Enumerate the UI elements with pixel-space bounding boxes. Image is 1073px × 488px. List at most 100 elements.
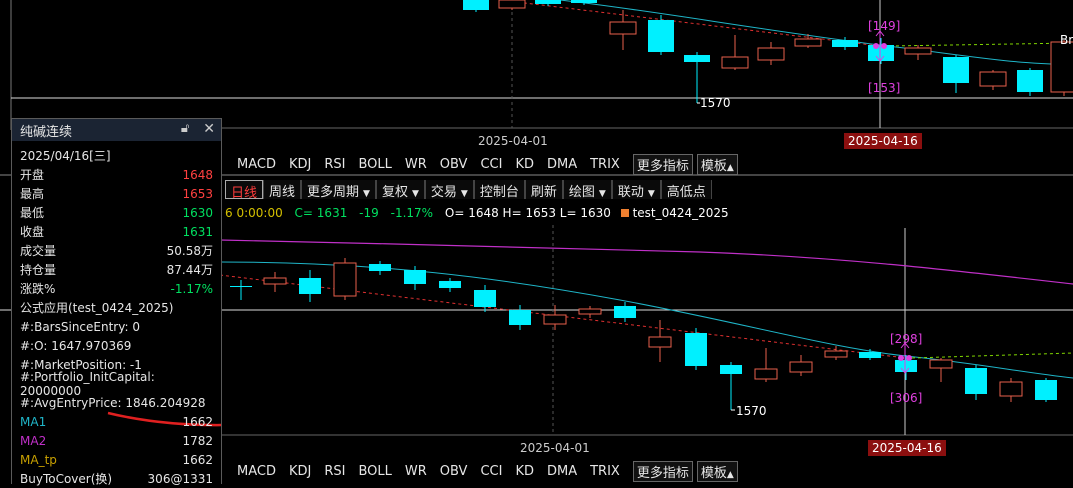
panel-row: 持仓量 87.44万 [20, 260, 213, 279]
top-tab-trix[interactable]: TRIX [590, 157, 620, 172]
toolbar-item-8[interactable]: 联动 ▼ [611, 180, 661, 200]
main-candle-body [299, 278, 321, 294]
toolbar-item-4[interactable]: 交易 ▼ [424, 180, 474, 200]
top-template-label: 模板 [700, 158, 727, 174]
top-candle-body [943, 57, 969, 83]
status-strategy[interactable]: test_0424_2025 [633, 206, 729, 220]
top-signal-top-label: [149] [868, 19, 901, 33]
top-tab-macd[interactable]: MACD [237, 157, 276, 172]
top-tab-dma[interactable]: DMA [547, 157, 577, 172]
top-tab-kd[interactable]: KD [515, 157, 534, 172]
close-icon[interactable]: ✕ [203, 121, 215, 137]
panel-row-value: 1631 [182, 224, 213, 239]
main-template-button[interactable]: 模板▲ [696, 460, 738, 482]
period-toolbar: 日线 周线 更多周期 ▼ 复权 ▼ 交易 ▼ 控制台 刷新 绘图 ▼ 联动 ▼ 高低点 [225, 180, 712, 201]
top-ma1-line [559, 0, 1073, 66]
main-tab-dma[interactable]: DMA [547, 464, 577, 479]
top-corner-text: Br [1060, 33, 1073, 47]
main-tab-rsi[interactable]: RSI [324, 464, 345, 479]
top-tab-rsi[interactable]: RSI [324, 157, 345, 172]
top-candle-body [904, 47, 932, 55]
caret-down-icon: ▼ [411, 189, 419, 199]
ma-row-value: 1782 [182, 433, 213, 448]
top-x-date: 2025-04-01 [478, 134, 548, 148]
top-tab-boll[interactable]: BOLL [358, 157, 391, 172]
top-tab-kdj[interactable]: KDJ [289, 157, 311, 172]
ma-row-label: MA1 [20, 414, 47, 429]
main-tab-boll[interactable]: BOLL [358, 464, 391, 479]
strategy-square-icon [620, 209, 629, 217]
panel-row: 最高 1653 [20, 184, 213, 203]
toolbar-item-1[interactable]: 周线 [263, 180, 302, 200]
main-candle-body [369, 264, 391, 271]
panel-row-value: 1648 [182, 167, 213, 182]
toolbar-item-7[interactable]: 绘图 ▼ [562, 180, 612, 200]
panel-row: 开盘 1648 [20, 165, 213, 184]
toolbar-item-0[interactable]: 日线 [225, 180, 264, 201]
toolbar-item-9[interactable]: 高低点 [660, 180, 712, 200]
top-candle-body [1050, 41, 1073, 93]
main-candle-body [578, 308, 602, 315]
top-signal-dot [873, 43, 879, 49]
formula-row-label: #:O: 1647.970369 [20, 338, 132, 353]
caret-up-icon: ▲ [726, 162, 734, 173]
panel-row-label: 收盘 [20, 225, 45, 239]
status-close: C= 1631 [294, 206, 348, 220]
top-tp-line [499, 0, 881, 47]
panel-row-label: 开盘 [20, 168, 45, 182]
unlock-icon[interactable]: 🔓︎ [181, 121, 189, 137]
panel-row: 最低 1630 [20, 203, 213, 222]
ma-row-value: 306@1331 [147, 471, 213, 486]
status-time: 6 0:00:00 [225, 206, 283, 220]
main-tab-cci[interactable]: CCI [480, 464, 502, 479]
formula-row: #:O: 1647.970369 [20, 336, 213, 355]
main-candle-body [859, 352, 881, 358]
main-candle-body [789, 361, 813, 373]
top-candle-body [794, 38, 822, 47]
panel-formula-title-row: 公式应用(test_0424_2025) [20, 298, 213, 317]
top-signal-dot [881, 43, 887, 49]
status-pct: -1.17% [390, 206, 434, 220]
status-line: 6 0:00:00 C= 1631 -19 -1.17% O= 1648 H= … [225, 206, 729, 220]
top-candle-body [535, 0, 561, 4]
ma-row: MA1 1662 [20, 412, 213, 431]
top-indicator-tabs: MACD KDJ RSI BOLL WR OBV CCI KD DMA TRIX… [237, 153, 751, 175]
formula-row-label: #:BarsSinceEntry: 0 [20, 319, 140, 334]
ma-row: BuyToCover(换) 306@1331 [20, 469, 213, 488]
top-tab-wr[interactable]: WR [405, 157, 427, 172]
toolbar-item-6[interactable]: 刷新 [524, 180, 563, 200]
panel-row-value: 50.58万 [166, 244, 213, 258]
main-tab-kdj[interactable]: KDJ [289, 464, 311, 479]
main-more-indicators-button[interactable]: 更多指标 [632, 460, 693, 482]
panel-row-value: 87.44万 [166, 263, 213, 277]
main-candle-body [333, 262, 357, 297]
main-candle-body [263, 277, 287, 285]
top-tab-cci[interactable]: CCI [480, 157, 502, 172]
toolbar-item-label: 交易 [430, 185, 457, 200]
top-candle-body [832, 40, 858, 47]
quote-info-panel[interactable]: 纯碱连续 🔓︎ ✕ 2025/04/16[三] 开盘 1648 最高 1653 最低 16… [11, 118, 222, 486]
top-candle-body [868, 45, 894, 61]
toolbar-item-5[interactable]: 控制台 [473, 180, 525, 200]
top-candle-body [463, 0, 489, 10]
top-more-indicators-button[interactable]: 更多指标 [632, 153, 693, 175]
panel-formula-title: 公式应用(test_0424_2025) [20, 301, 174, 315]
top-low-label: 1570 [700, 96, 731, 110]
toolbar-item-2[interactable]: 更多周期 ▼ [301, 180, 376, 200]
top-tab-obv[interactable]: OBV [440, 157, 468, 172]
toolbar-item-label: 联动 [617, 185, 644, 200]
main-candle-body [999, 381, 1023, 397]
toolbar-item-label: 更多周期 [307, 185, 360, 200]
main-tab-trix[interactable]: TRIX [590, 464, 620, 479]
top-candle-body [609, 21, 637, 35]
panel-titlebar[interactable]: 纯碱连续 🔓︎ ✕ [12, 119, 221, 141]
toolbar-item-label: 刷新 [530, 185, 557, 200]
toolbar-item-3[interactable]: 复权 ▼ [375, 180, 425, 200]
top-template-button[interactable]: 模板▲ [696, 153, 738, 175]
main-tab-macd[interactable]: MACD [237, 464, 276, 479]
caret-down-icon: ▼ [460, 189, 468, 199]
main-tab-obv[interactable]: OBV [440, 464, 468, 479]
main-tab-kd[interactable]: KD [515, 464, 534, 479]
main-tab-wr[interactable]: WR [405, 464, 427, 479]
toolbar-item-label: 控制台 [479, 185, 519, 200]
